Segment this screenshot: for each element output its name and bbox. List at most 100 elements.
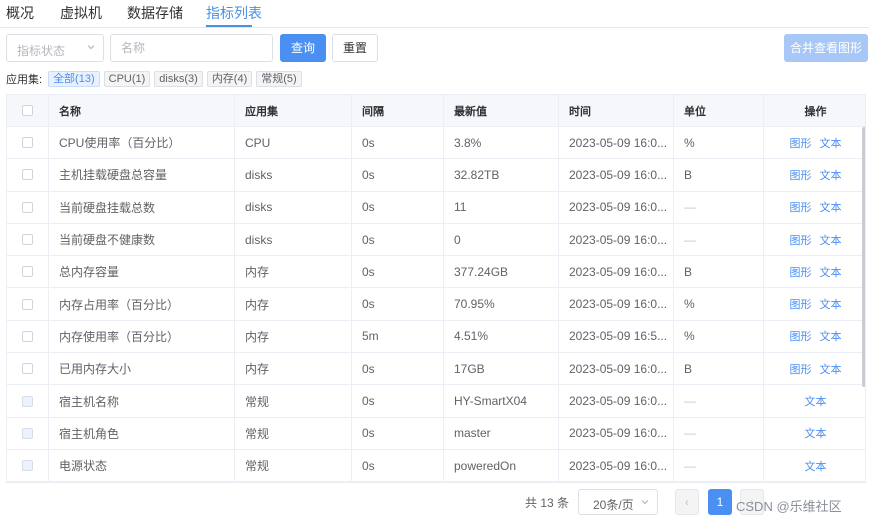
merge-graph-button[interactable]: 合并查看图形 [784, 34, 868, 62]
metric-time: 2023-05-09 16:0... [559, 353, 674, 385]
table-row[interactable]: 总内存容量 内存 0s 377.24GB 2023-05-09 16:0... B 图形 文本 [7, 256, 865, 289]
metric-time: 2023-05-09 16:0... [559, 385, 674, 417]
page-number-button[interactable]: 1 [708, 489, 732, 515]
metric-latest-value: 17GB [444, 353, 559, 385]
metric-time: 2023-05-09 16:0... [559, 450, 674, 482]
metric-unit: B [674, 256, 764, 288]
appset-chip-all[interactable]: 全部(13) [48, 71, 100, 87]
metric-unit: — [674, 385, 764, 417]
graph-link[interactable]: 图形 [790, 135, 812, 151]
table-row[interactable]: 宿主机名称 常规 0s HY-SmartX04 2023-05-09 16:0... — 文… [7, 385, 865, 418]
appset-chip-disks[interactable]: disks(3) [154, 71, 203, 87]
metric-interval: 0s [352, 256, 444, 288]
appset-filter: 应用集: 全部(13) CPU(1) disks(3) 内存(4) 常规(5) [6, 70, 306, 88]
metric-appset: 内存 [235, 288, 352, 320]
row-checkbox[interactable] [22, 266, 33, 278]
metric-appset: 常规 [235, 385, 352, 417]
text-link[interactable]: 文本 [820, 296, 842, 312]
metric-interval: 0s [352, 385, 444, 417]
metric-interval: 0s [352, 191, 444, 223]
watermark-text: CSDN @乐维社区 [736, 499, 842, 514]
table-row[interactable]: 当前硬盘挂载总数 disks 0s 11 2023-05-09 16:0... — 图形 文本 [7, 191, 865, 224]
metric-name: 总内存容量 [49, 256, 235, 288]
text-link[interactable]: 文本 [820, 232, 842, 248]
metric-latest-value: HY-SmartX04 [444, 385, 559, 417]
table-row[interactable]: 宿主机角色 常规 0s master 2023-05-09 16:0... — 文本 [7, 417, 865, 450]
metric-latest-value: 3.8% [444, 127, 559, 159]
table-scrollbar[interactable] [862, 127, 865, 387]
metric-interval: 0s [352, 353, 444, 385]
row-select-cell [7, 353, 49, 385]
row-select-cell [7, 385, 49, 417]
tab-vm[interactable]: 虚拟机 [60, 3, 102, 23]
text-link[interactable]: 文本 [805, 425, 827, 441]
table-row[interactable]: 主机挂载硬盘总容量 disks 0s 32.82TB 2023-05-09 16:0..… [7, 159, 865, 192]
page-size-select[interactable]: 20条/页 [578, 489, 658, 515]
prev-page-button[interactable]: ‹ [675, 489, 699, 515]
metric-unit: % [674, 320, 764, 353]
metric-latest-value: 32.82TB [444, 159, 559, 191]
graph-link[interactable]: 图形 [790, 296, 812, 312]
metric-interval: 0s [352, 288, 444, 320]
header-latest-value[interactable]: 最新值 [444, 95, 559, 126]
table-row[interactable]: 内存使用率（百分比） 内存 5m 4.51% 2023-05-09 16:5...% 图形… [7, 320, 865, 354]
appset-chip-cpu[interactable]: CPU(1) [103, 71, 151, 87]
appset-chip-general[interactable]: 常规(5) [256, 71, 302, 87]
select-all-checkbox[interactable] [22, 105, 33, 116]
tab-datastore[interactable]: 数据存储 [127, 3, 183, 23]
row-checkbox[interactable] [22, 234, 33, 246]
graph-link[interactable]: 图形 [790, 199, 812, 215]
query-button[interactable]: 查询 [280, 34, 326, 62]
row-checkbox[interactable] [22, 363, 33, 375]
metric-unit: % [674, 127, 764, 159]
text-link[interactable]: 文本 [805, 393, 827, 409]
header-interval[interactable]: 间隔 [352, 95, 444, 126]
table-row[interactable]: 内存占用率（百分比） 内存 0s 70.95% 2023-05-09 16:0...% 图… [7, 288, 865, 321]
table-row[interactable]: 电源状态 常规 0s poweredOn 2023-05-09 16:0... — 文本 [7, 450, 865, 482]
page-size-value: 20条/页 [593, 498, 634, 512]
table-row[interactable]: CPU使用率（百分比） CPU 0s 3.8% 2023-05-09 16:0...% 图… [7, 127, 865, 160]
row-checkbox[interactable] [22, 137, 33, 149]
metric-appset: CPU [235, 127, 352, 159]
graph-link[interactable]: 图形 [790, 232, 812, 248]
text-link[interactable]: 文本 [820, 135, 842, 151]
name-search-input[interactable] [110, 34, 273, 62]
metric-unit: B [674, 353, 764, 385]
graph-link[interactable]: 图形 [790, 328, 812, 344]
text-link[interactable]: 文本 [820, 264, 842, 280]
metric-unit: — [674, 191, 764, 223]
header-unit[interactable]: 单位 [674, 95, 764, 126]
header-time[interactable]: 时间 [559, 95, 674, 126]
text-link[interactable]: 文本 [820, 328, 842, 344]
text-link[interactable]: 文本 [820, 167, 842, 183]
row-actions: 图形 文本 [764, 224, 865, 255]
tab-metrics-list[interactable]: 指标列表 [206, 3, 262, 23]
row-checkbox[interactable] [22, 169, 33, 181]
row-checkbox [22, 460, 33, 472]
reset-button[interactable]: 重置 [332, 34, 378, 62]
appset-chip-memory[interactable]: 内存(4) [206, 71, 253, 87]
graph-link[interactable]: 图形 [790, 361, 812, 377]
metric-time: 2023-05-09 16:0... [559, 417, 674, 449]
table-row[interactable]: 当前硬盘不健康数 disks 0s 0 2023-05-09 16:0... — 图形 文本 [7, 223, 865, 257]
graph-link[interactable]: 图形 [790, 264, 812, 280]
status-select[interactable]: 指标状态 [6, 34, 104, 62]
header-appset[interactable]: 应用集 [235, 95, 352, 126]
metric-latest-value: poweredOn [444, 450, 559, 482]
row-checkbox[interactable] [22, 201, 33, 213]
tab-overview[interactable]: 概况 [6, 3, 34, 23]
metric-latest-value: 0 [444, 223, 559, 256]
text-link[interactable]: 文本 [820, 199, 842, 215]
metric-latest-value: 377.24GB [444, 256, 559, 288]
metric-appset: disks [235, 159, 352, 191]
row-checkbox[interactable] [22, 298, 33, 310]
text-link[interactable]: 文本 [820, 361, 842, 377]
header-name[interactable]: 名称 [49, 95, 235, 126]
text-link[interactable]: 文本 [805, 458, 827, 474]
table-row[interactable]: 已用内存大小 内存 0s 17GB 2023-05-09 16:0... B 图形 文本 [7, 353, 865, 386]
row-actions: 图形 文本 [764, 159, 865, 190]
graph-link[interactable]: 图形 [790, 167, 812, 183]
metric-time: 2023-05-09 16:5... [559, 320, 674, 353]
metric-latest-value: 70.95% [444, 288, 559, 320]
row-checkbox[interactable] [22, 330, 33, 342]
